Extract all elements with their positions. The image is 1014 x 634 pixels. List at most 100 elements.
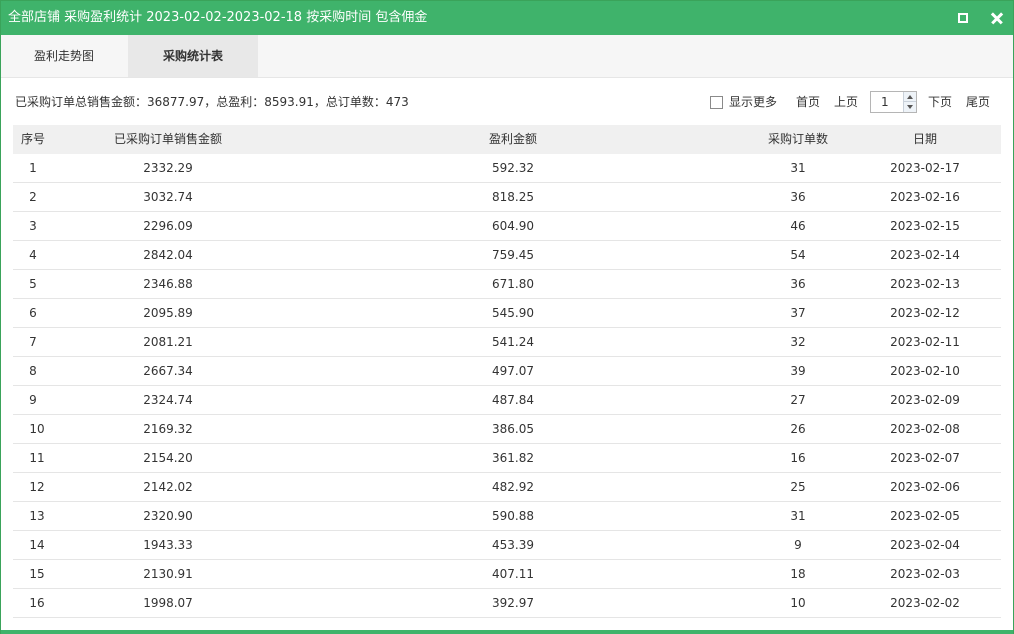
table-row[interactable]: 15 2130.91 407.11 18 2023-02-03 [13, 560, 1001, 589]
spin-down-icon[interactable] [903, 102, 916, 112]
table-cell-index: 4 [29, 248, 37, 262]
table-row[interactable]: 2 3032.74 818.25 36 2023-02-16 [13, 183, 1001, 212]
table-row[interactable]: 12 2142.02 482.92 25 2023-02-06 [13, 473, 1001, 502]
column-header-profit[interactable]: 盈利金额 [413, 125, 613, 154]
column-header-date[interactable]: 日期 [861, 125, 989, 154]
table-cell-date: 2023-02-16 [890, 190, 960, 204]
table-cell-orders: 18 [790, 567, 806, 581]
title-bar[interactable]: 全部店铺 采购盈利统计 2023-02-02-2023-02-18 按采购时间 … [1, 1, 1013, 35]
table-row[interactable]: 5 2346.88 671.80 36 2023-02-13 [13, 270, 1001, 299]
table-row[interactable]: 6 2095.89 545.90 37 2023-02-12 [13, 299, 1001, 328]
table-cell-profit: 453.39 [492, 538, 534, 552]
table-cell-profit: 497.07 [492, 364, 534, 378]
show-more-label[interactable]: 显示更多 [729, 95, 777, 110]
table-row[interactable]: 8 2667.34 497.07 39 2023-02-10 [13, 357, 1001, 386]
table-cell-date: 2023-02-10 [890, 364, 960, 378]
table-cell-profit: 407.11 [492, 567, 534, 581]
table-cell-profit: 590.88 [492, 509, 534, 523]
table-cell-profit: 361.82 [492, 451, 534, 465]
table-cell-sales: 2154.20 [143, 451, 193, 465]
table-cell-date: 2023-02-08 [890, 422, 960, 436]
table-row[interactable]: 13 2320.90 590.88 31 2023-02-05 [13, 502, 1001, 531]
table-cell-index: 15 [29, 567, 45, 581]
table-cell-orders: 31 [790, 161, 806, 175]
tab-profit-trend[interactable]: 盈利走势图 [1, 35, 127, 77]
table-cell-orders: 16 [790, 451, 806, 465]
prev-page-button[interactable]: 上页 [834, 95, 858, 110]
first-page-button[interactable]: 首页 [796, 95, 820, 110]
next-page-button[interactable]: 下页 [928, 95, 952, 110]
page-number-spinner[interactable] [870, 91, 917, 113]
table-cell-sales: 2324.74 [143, 393, 193, 407]
table-cell-profit: 386.05 [492, 422, 534, 436]
table-cell-sales: 2332.29 [143, 161, 193, 175]
table-cell-index: 2 [29, 190, 37, 204]
table-cell-index: 8 [29, 364, 37, 378]
table-cell-orders: 25 [790, 480, 806, 494]
table-row[interactable]: 10 2169.32 386.05 26 2023-02-08 [13, 415, 1001, 444]
table-cell-profit: 818.25 [492, 190, 534, 204]
table-cell-sales: 2346.88 [143, 277, 193, 291]
table-cell-orders: 10 [790, 596, 806, 610]
spin-up-icon[interactable] [903, 92, 916, 102]
stats-window: 全部店铺 采购盈利统计 2023-02-02-2023-02-18 按采购时间 … [0, 0, 1014, 634]
table-cell-orders: 31 [790, 509, 806, 523]
table-cell-profit: 592.32 [492, 161, 534, 175]
table-cell-index: 9 [29, 393, 37, 407]
table-cell-date: 2023-02-07 [890, 451, 960, 465]
table-row[interactable]: 16 1998.07 392.97 10 2023-02-02 [13, 589, 1001, 618]
table-cell-orders: 9 [794, 538, 802, 552]
table-cell-orders: 27 [790, 393, 806, 407]
table-cell-index: 1 [29, 161, 37, 175]
tab-purchase-table[interactable]: 采购统计表 [128, 35, 258, 77]
table-cell-date: 2023-02-02 [890, 596, 960, 610]
last-page-button[interactable]: 尾页 [966, 95, 990, 110]
column-header-index[interactable]: 序号 [13, 125, 53, 154]
window-title: 全部店铺 采购盈利统计 2023-02-02-2023-02-18 按采购时间 … [8, 10, 428, 25]
table-cell-sales: 2142.02 [143, 480, 193, 494]
table-cell-sales: 3032.74 [143, 190, 193, 204]
table-cell-date: 2023-02-13 [890, 277, 960, 291]
table-cell-index: 13 [29, 509, 45, 523]
close-button[interactable] [988, 9, 1006, 27]
table-cell-date: 2023-02-12 [890, 306, 960, 320]
table-cell-orders: 37 [790, 306, 806, 320]
table-cell-sales: 2667.34 [143, 364, 193, 378]
table-cell-orders: 26 [790, 422, 806, 436]
table-row[interactable]: 14 1943.33 453.39 9 2023-02-04 [13, 531, 1001, 560]
table-cell-orders: 36 [790, 277, 806, 291]
table-row[interactable]: 3 2296.09 604.90 46 2023-02-15 [13, 212, 1001, 241]
table-cell-date: 2023-02-03 [890, 567, 960, 581]
table-cell-profit: 482.92 [492, 480, 534, 494]
maximize-button[interactable] [957, 12, 969, 24]
table-cell-sales: 2842.04 [143, 248, 193, 262]
table-cell-sales: 2095.89 [143, 306, 193, 320]
table-row[interactable]: 4 2842.04 759.45 54 2023-02-14 [13, 241, 1001, 270]
table-cell-index: 14 [29, 538, 45, 552]
table-cell-index: 16 [29, 596, 45, 610]
column-header-sales[interactable]: 已采购订单销售金额 [93, 125, 243, 154]
purchase-stats-table: 序号 已采购订单销售金额 盈利金额 采购订单数 日期 1 2332.29 592.3… [13, 125, 1001, 618]
table-body: 1 2332.29 592.32 31 2023-02-17 2 3032.74 818.25… [13, 154, 1001, 618]
checkbox-icon[interactable] [710, 96, 723, 109]
table-cell-date: 2023-02-15 [890, 219, 960, 233]
page-number-input[interactable] [871, 92, 903, 112]
table-row[interactable]: 1 2332.29 592.32 31 2023-02-17 [13, 154, 1001, 183]
table-cell-sales: 2169.32 [143, 422, 193, 436]
table-row[interactable]: 11 2154.20 361.82 16 2023-02-07 [13, 444, 1001, 473]
table-cell-date: 2023-02-17 [890, 161, 960, 175]
table-cell-index: 5 [29, 277, 37, 291]
column-header-orders[interactable]: 采购订单数 [743, 125, 853, 154]
table-cell-profit: 671.80 [492, 277, 534, 291]
table-cell-profit: 759.45 [492, 248, 534, 262]
table-cell-sales: 2296.09 [143, 219, 193, 233]
table-cell-orders: 46 [790, 219, 806, 233]
table-cell-profit: 392.97 [492, 596, 534, 610]
table-cell-date: 2023-02-11 [890, 335, 960, 349]
table-cell-profit: 545.90 [492, 306, 534, 320]
tab-bar: 盈利走势图 采购统计表 [1, 35, 1013, 78]
table-cell-profit: 604.90 [492, 219, 534, 233]
table-row[interactable]: 7 2081.21 541.24 32 2023-02-11 [13, 328, 1001, 357]
table-row[interactable]: 9 2324.74 487.84 27 2023-02-09 [13, 386, 1001, 415]
table-cell-index: 11 [29, 451, 45, 465]
